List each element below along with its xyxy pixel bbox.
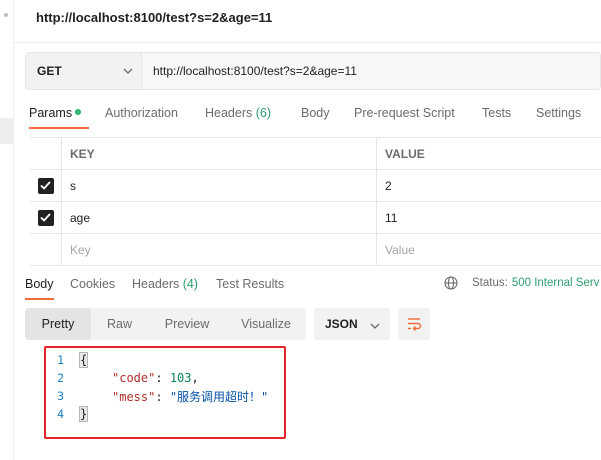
method-select[interactable]: GET <box>26 53 142 89</box>
code-text: "mess": "服务调用超时！" <box>112 389 269 404</box>
status-label: Status: <box>472 277 508 289</box>
json-string: "服务调用超时！" <box>169 389 269 404</box>
url-input[interactable]: http://localhost:8100/test?s=2&age=11 <box>142 53 600 89</box>
tab-authorization[interactable]: Authorization <box>105 106 178 120</box>
view-pretty-button[interactable]: Pretty <box>25 308 91 340</box>
code-text: { <box>78 352 89 368</box>
view-raw-button[interactable]: Raw <box>91 308 148 340</box>
tab-body[interactable]: Body <box>301 106 330 120</box>
line-number: 2 <box>57 371 64 385</box>
table-row: s 2 <box>30 170 601 202</box>
tab-headers-label: Headers <box>205 106 253 120</box>
header-check-cell <box>30 138 62 169</box>
wrap-lines-button[interactable] <box>398 308 430 340</box>
line-number: 1 <box>57 353 64 367</box>
table-row-new: Key Value <box>30 234 601 266</box>
divider <box>14 42 601 43</box>
params-header-row: KEY VALUE <box>30 138 601 170</box>
tab-test-results[interactable]: Test Results <box>216 277 284 291</box>
request-title: http://localhost:8100/test?s=2&age=11 <box>36 10 273 25</box>
chevron-down-icon <box>370 318 380 332</box>
params-active-dot-icon <box>75 109 82 115</box>
table-row: age 11 <box>30 202 601 234</box>
wrap-lines-icon <box>408 318 422 331</box>
tab-params[interactable]: Params <box>29 106 90 129</box>
code-text: "code": 103, <box>112 371 199 385</box>
new-value-input[interactable]: Value <box>377 234 601 265</box>
param-key-cell[interactable]: s <box>62 170 377 201</box>
globe-icon <box>444 276 458 290</box>
tab-response-headers-count: (4) <box>182 277 199 291</box>
code-line: 2 "code": 103, <box>46 369 199 387</box>
response-status: Status: 500 Internal Serv <box>444 276 599 290</box>
tab-response-headers[interactable]: Headers (4) <box>132 277 198 291</box>
view-visualize-button[interactable]: Visualize <box>226 308 306 340</box>
checkbox[interactable] <box>37 177 54 194</box>
format-select[interactable]: JSON <box>314 308 390 340</box>
request-tabs: Params Authorization Headers (6) Body Pr… <box>14 102 601 130</box>
view-preview-button[interactable]: Preview <box>148 308 226 340</box>
code-text: } <box>78 406 89 422</box>
json-key: "mess" <box>112 389 156 404</box>
method-label: GET <box>37 64 62 78</box>
request-bar: GET http://localhost:8100/test?s=2&age=1… <box>25 52 601 90</box>
tab-settings[interactable]: Settings <box>536 106 581 120</box>
checkmark-icon <box>40 213 51 222</box>
tab-cookies[interactable]: Cookies <box>70 277 115 291</box>
sidebar-strip <box>0 0 14 460</box>
chevron-down-icon <box>115 68 141 74</box>
response-body-editor[interactable]: 1 { 2 "code": 103, 3 "mess": "服务调用超时！" 4… <box>44 346 286 439</box>
tab-response-headers-label: Headers <box>132 277 180 291</box>
row-check-cell <box>30 234 62 265</box>
view-mode-bar: Pretty Raw Preview Visualize <box>25 308 306 340</box>
json-number: 103 <box>169 371 192 385</box>
json-key: "code" <box>112 371 156 385</box>
close-brace: } <box>78 406 89 422</box>
tab-params-label: Params <box>29 106 73 120</box>
status-code: 500 Internal Serv <box>511 277 600 289</box>
key-column-header: KEY <box>62 138 377 169</box>
code-line: 3 "mess": "服务调用超时！" <box>46 387 268 405</box>
param-key-cell[interactable]: age <box>62 202 377 233</box>
line-number: 3 <box>57 389 64 403</box>
tab-tests[interactable]: Tests <box>482 106 511 120</box>
params-table: KEY VALUE s 2 age 11 Key Value <box>30 137 601 266</box>
row-check-cell <box>30 202 62 233</box>
open-brace: { <box>78 352 89 368</box>
new-key-input[interactable]: Key <box>62 234 377 265</box>
line-number: 4 <box>57 407 64 421</box>
code-line: 1 { <box>46 351 89 369</box>
row-check-cell <box>30 170 62 201</box>
sidebar-dot-icon <box>4 13 8 17</box>
sidebar-selected-item[interactable] <box>0 118 14 144</box>
format-label: JSON <box>325 317 358 331</box>
response-tabs: Body Cookies Headers (4) Test Results St… <box>14 272 601 300</box>
tab-prerequest-script[interactable]: Pre-request Script <box>354 106 455 120</box>
checkbox[interactable] <box>37 209 54 226</box>
param-value-cell[interactable]: 2 <box>377 170 601 201</box>
code-line: 4 } <box>46 405 89 423</box>
tab-response-body[interactable]: Body <box>25 277 54 300</box>
checkmark-icon <box>40 181 51 190</box>
param-value-cell[interactable]: 11 <box>377 202 601 233</box>
tab-headers[interactable]: Headers (6) <box>205 106 271 120</box>
tab-headers-count: (6) <box>255 106 272 120</box>
value-column-header: VALUE <box>385 146 425 161</box>
